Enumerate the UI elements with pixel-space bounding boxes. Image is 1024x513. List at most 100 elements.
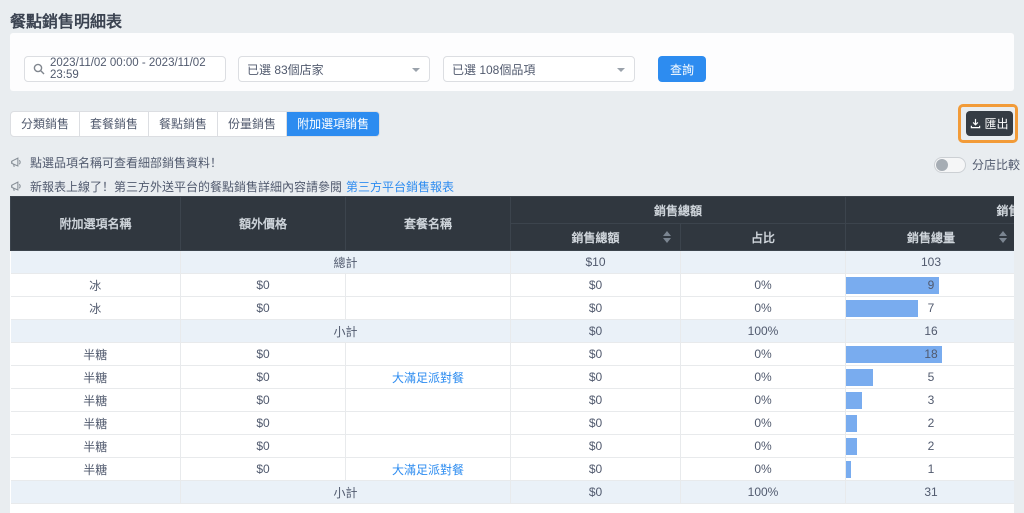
date-range-value: 2023/11/02 00:00 - 2023/11/02 23:59 [50,57,217,81]
table-row: 冰$0$00%9 [11,274,1015,297]
search-icon [33,63,45,75]
cell-ratio: 0% [681,458,846,481]
cell-qty: 2 [846,412,1014,435]
cell-combo-name: 大滿足派對餐 [346,366,511,389]
cell-combo-name [346,297,511,320]
date-range-input[interactable]: 2023/11/02 00:00 - 2023/11/02 23:59 [24,56,226,82]
cell-combo-name [346,274,511,297]
cell-qty: 31 [846,481,1014,504]
notice-new-report: 新報表上線了！第三方外送平台的餐點銷售詳細內容請參閱 第三方平台銷售報表 [10,178,454,195]
sales-table: 附加選項名稱 額外價格 套餐名稱 銷售總額 銷售總量 銷售總額 占比 銷售總量 … [10,196,1014,504]
cell-amount: $0 [511,320,681,343]
cell-addon-name: 冰 [11,297,181,320]
item-select-value: 已選 108個品項 [452,61,535,78]
cell-amount: $0 [511,389,681,412]
page-title: 餐點銷售明細表 [10,8,122,32]
header-group-amount: 銷售總額 [511,197,846,224]
cell-empty [11,251,181,274]
cell-qty: 16 [846,320,1014,343]
notice-text: 點選品項名稱可查看細部銷售資料！ [30,154,222,171]
sales-table-container: 附加選項名稱 額外價格 套餐名稱 銷售總額 銷售總量 銷售總額 占比 銷售總量 … [10,196,1014,513]
subtotal-label: 小計 [181,481,511,504]
cell-extra-price: $0 [181,343,346,366]
toggle-knob-icon [936,159,948,171]
cell-combo-name [346,389,511,412]
notice-text: 新報表上線了！第三方外送平台的餐點銷售詳細內容請參閱 [30,178,342,195]
filter-bar: 2023/11/02 00:00 - 2023/11/02 23:59 已選 8… [10,33,1014,91]
sort-icon[interactable] [663,231,671,243]
table-row: 半糖$0$00%2 [11,412,1015,435]
cell-empty [11,320,181,343]
cell-addon-name: 冰 [11,274,181,297]
third-party-report-link[interactable]: 第三方平台銷售報表 [346,178,454,195]
cell-ratio: 0% [681,274,846,297]
qty-value: 3 [928,393,935,407]
chevron-down-icon [617,68,625,72]
table-row: 總計$10103 [11,251,1015,274]
cell-extra-price: $0 [181,366,346,389]
qty-bar [846,415,857,432]
download-icon [970,118,981,129]
tab-combo-sales[interactable]: 套餐銷售 [80,112,149,136]
cell-ratio: 0% [681,366,846,389]
header-sub-amount: 銷售總額 [511,224,681,251]
cell-qty: 2 [846,435,1014,458]
combo-link[interactable]: 大滿足派對餐 [392,371,464,385]
cell-qty: 5 [846,366,1014,389]
cell-amount: $0 [511,458,681,481]
cell-addon-name: 半糖 [11,412,181,435]
cell-extra-price: $0 [181,274,346,297]
cell-amount: $0 [511,366,681,389]
qty-bar [846,300,918,317]
store-select[interactable]: 已選 83個店家 [238,56,430,82]
export-button[interactable]: 匯出 [966,111,1013,136]
cell-qty: 7 [846,297,1014,320]
cell-ratio: 0% [681,412,846,435]
table-row: 半糖$0$00%3 [11,389,1015,412]
cell-amount: $0 [511,297,681,320]
header-sub-qty: 銷售總量 [846,224,1014,251]
cell-extra-price: $0 [181,389,346,412]
chevron-down-icon [412,68,420,72]
cell-qty: 1 [846,458,1014,481]
qty-value: 2 [928,439,935,453]
cell-addon-name: 半糖 [11,343,181,366]
tab-addon-sales[interactable]: 附加選項銷售 [287,112,379,136]
branch-compare-toggle[interactable] [934,157,966,173]
query-button[interactable]: 查詢 [658,56,706,82]
qty-value: 2 [928,416,935,430]
megaphone-icon [10,180,24,193]
tab-meal-sales[interactable]: 餐點銷售 [149,112,218,136]
cell-ratio: 0% [681,435,846,458]
combo-link[interactable]: 大滿足派對餐 [392,463,464,477]
cell-amount: $0 [511,274,681,297]
cell-empty [11,481,181,504]
qty-value: 9 [928,278,935,292]
header-group-qty: 銷售總量 [846,197,1014,224]
item-select[interactable]: 已選 108個品項 [443,56,635,82]
tab-category-sales[interactable]: 分類銷售 [11,112,80,136]
sort-icon[interactable] [999,231,1007,243]
table-row: 半糖$0$00%2 [11,435,1015,458]
cell-ratio [681,251,846,274]
cell-amount: $0 [511,343,681,366]
sales-table-body: 總計$10103冰$0$00%9冰$0$00%7小計$0100%16半糖$0$0… [11,251,1015,504]
qty-bar [846,438,857,455]
header-addon-name: 附加選項名稱 [11,197,181,251]
table-row: 半糖$0大滿足派對餐$00%5 [11,366,1015,389]
header-extra-price: 額外價格 [181,197,346,251]
tabs: 分類銷售套餐銷售餐點銷售份量銷售附加選項銷售 [10,111,380,137]
qty-value: 1 [928,462,935,476]
cell-amount: $0 [511,435,681,458]
cell-combo-name [346,435,511,458]
notice-item-clickable: 點選品項名稱可查看細部銷售資料！ [10,154,222,171]
cell-qty: 3 [846,389,1014,412]
cell-ratio: 0% [681,297,846,320]
tab-portion-sales[interactable]: 份量銷售 [218,112,287,136]
megaphone-icon [10,156,24,169]
cell-extra-price: $0 [181,412,346,435]
cell-ratio: 0% [681,389,846,412]
header-combo-name: 套餐名稱 [346,197,511,251]
cell-amount: $10 [511,251,681,274]
cell-addon-name: 半糖 [11,458,181,481]
